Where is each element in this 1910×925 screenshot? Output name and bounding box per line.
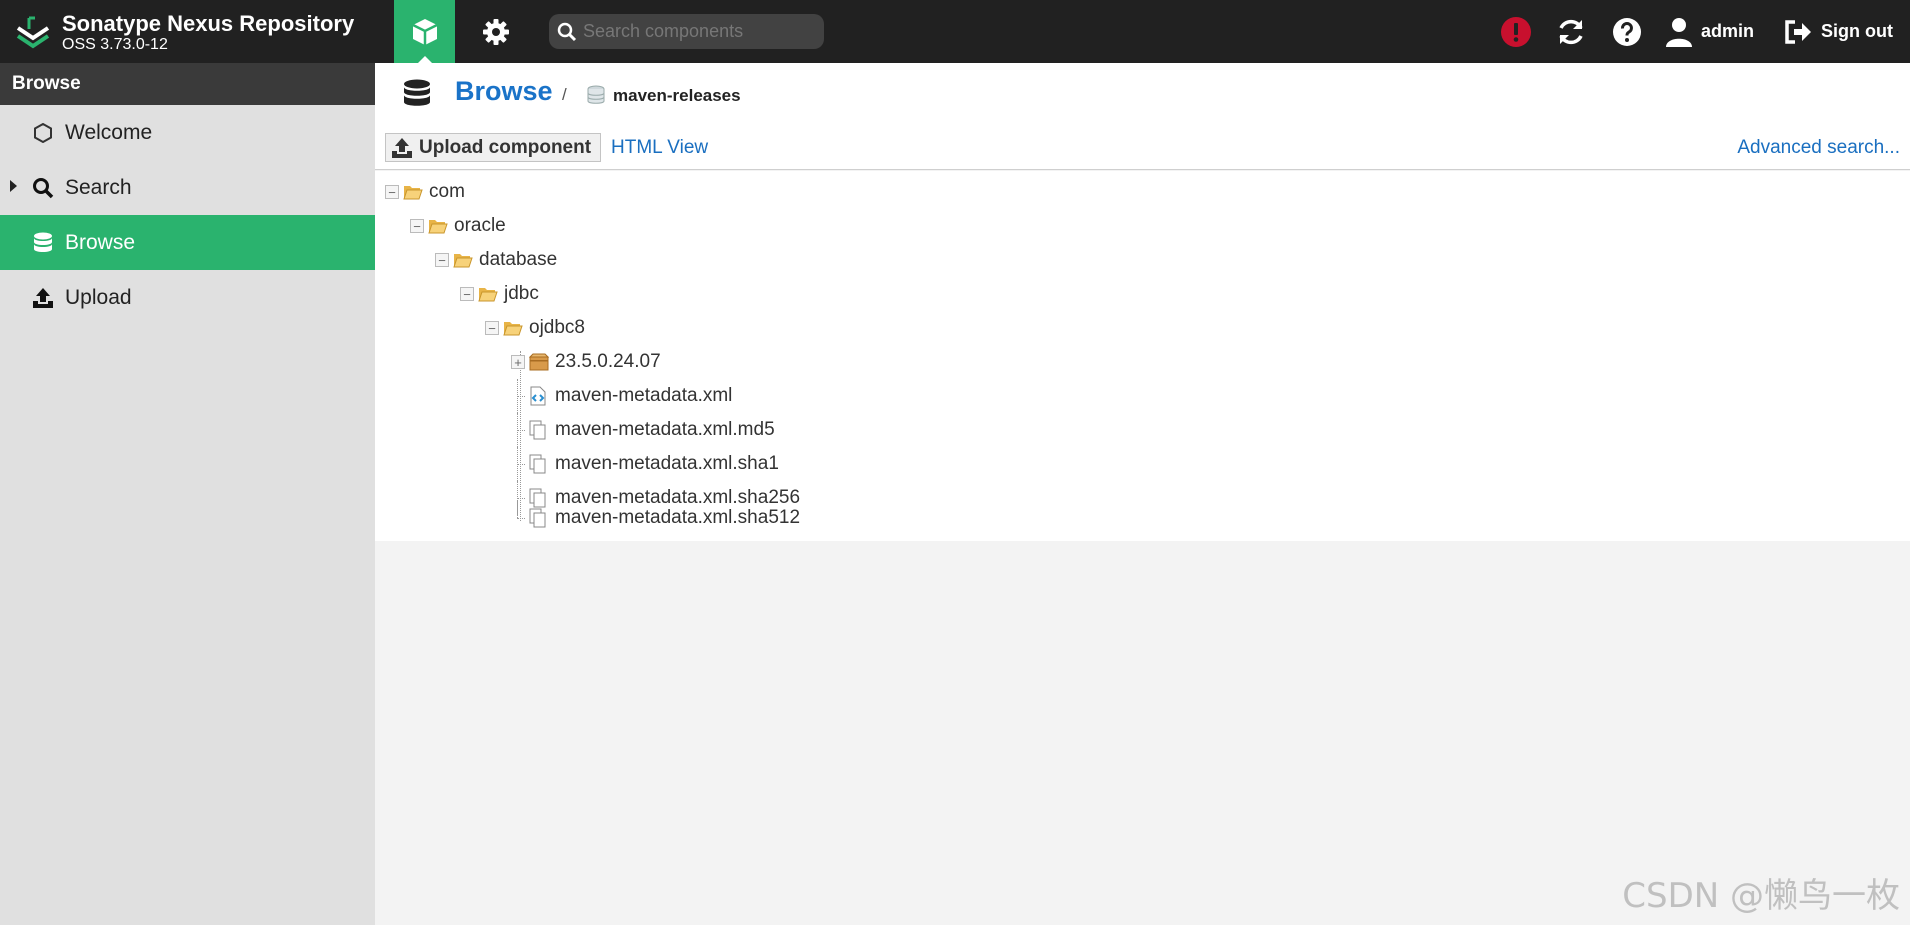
tree-node-component[interactable]: + 23.5.0.24.07: [511, 345, 661, 379]
tree-node-file[interactable]: maven-metadata.xml.md5: [511, 413, 775, 447]
main-panel: Browse / maven-releases Upload component…: [375, 63, 1910, 925]
administration-button[interactable]: [470, 0, 522, 63]
breadcrumb: Browse / maven-releases: [375, 63, 1910, 127]
username-label: admin: [1701, 21, 1755, 41]
search-icon: [557, 22, 577, 41]
hexagon-icon: [31, 121, 55, 145]
nexus-logo-icon: [16, 16, 50, 49]
tree-node-label: jdbc: [504, 283, 539, 304]
folder-open-icon: [428, 216, 450, 236]
app-version: OSS 3.73.0-12: [62, 36, 168, 53]
tree-node-label: maven-metadata.xml.sha512: [555, 507, 801, 528]
sign-out-label: Sign out: [1821, 21, 1893, 41]
tree-node-label: maven-metadata.xml: [555, 385, 733, 406]
breadcrumb-repository: maven-releases: [613, 86, 741, 105]
tree-connector: [511, 501, 525, 535]
folder-open-icon: [478, 284, 500, 304]
user-button[interactable]: admin: [1665, 0, 1754, 63]
search-icon: [31, 176, 55, 200]
cube-icon: [411, 18, 438, 45]
folder-open-icon: [503, 318, 525, 338]
breadcrumb-separator: /: [562, 85, 567, 104]
tree-node-folder[interactable]: − ojdbc8: [485, 311, 585, 345]
sidebar-item-label: Search: [65, 175, 132, 199]
collapse-toggle-icon[interactable]: −: [435, 253, 449, 267]
collapse-toggle-icon[interactable]: −: [485, 321, 499, 335]
tree-node-label: database: [479, 249, 558, 270]
tree-node-folder[interactable]: − oracle: [410, 209, 506, 243]
tree-node-file[interactable]: maven-metadata.xml.sha512: [511, 501, 800, 535]
browse-toolbar: Upload component HTML View Advanced sear…: [375, 127, 1910, 170]
app-title: Sonatype Nexus Repository: [62, 11, 355, 36]
active-caret: [418, 56, 432, 63]
tree-node-label: ojdbc8: [529, 317, 585, 338]
advanced-search-link[interactable]: Advanced search...: [1737, 137, 1900, 159]
search-components-input[interactable]: [583, 21, 813, 42]
help-icon: [1613, 17, 1641, 46]
refresh-icon: [1559, 19, 1583, 44]
upload-icon: [31, 286, 55, 310]
tree-node-label: oracle: [454, 215, 506, 236]
upload-icon: [391, 137, 413, 159]
package-icon: [529, 352, 551, 372]
sidebar-header: Browse: [0, 63, 375, 105]
tree-node-folder[interactable]: − jdbc: [460, 277, 539, 311]
folder-open-icon: [403, 182, 425, 202]
collapse-toggle-icon[interactable]: −: [410, 219, 424, 233]
breadcrumb-browse-link[interactable]: Browse: [455, 76, 553, 107]
tree-node-label: 23.5.0.24.07: [555, 351, 661, 372]
tree-node-label: com: [429, 181, 465, 202]
sidebar-item-label: Upload: [65, 285, 132, 309]
upload-component-button[interactable]: Upload component: [385, 133, 602, 162]
folder-open-icon: [453, 250, 475, 270]
sidebar-item-label: Welcome: [65, 120, 153, 144]
brand[interactable]: Sonatype Nexus Repository OSS 3.73.0-12: [14, 10, 354, 56]
collapse-toggle-icon[interactable]: −: [385, 185, 399, 199]
tree-node-file[interactable]: maven-metadata.xml: [511, 379, 732, 413]
refresh-button[interactable]: [1555, 0, 1587, 63]
tree-node-file[interactable]: maven-metadata.xml.sha1: [511, 447, 779, 481]
upload-component-label: Upload component: [419, 136, 592, 158]
tree-node-label: maven-metadata.xml.sha1: [555, 453, 779, 474]
sidebar: Browse Welcome Search Browse Upload: [0, 63, 375, 925]
collapse-toggle-icon[interactable]: −: [460, 287, 474, 301]
xml-file-icon: [529, 386, 551, 406]
expand-toggle-icon[interactable]: +: [511, 355, 525, 369]
gear-icon: [483, 18, 509, 45]
sidebar-item-label: Browse: [65, 230, 136, 254]
file-icon: [529, 454, 551, 474]
tree-node-folder[interactable]: − database: [435, 243, 557, 277]
repository-icon: [587, 85, 605, 110]
expand-arrow-icon[interactable]: [10, 180, 17, 192]
sign-out-icon: [1785, 19, 1811, 44]
html-view-link[interactable]: HTML View: [611, 137, 708, 159]
top-header: Sonatype Nexus Repository OSS 3.73.0-12: [0, 0, 1910, 63]
tree-connector: [511, 413, 525, 447]
sidebar-item-browse[interactable]: Browse: [0, 215, 375, 270]
tree-connector: [511, 447, 525, 481]
tree-node-folder[interactable]: − com: [385, 175, 465, 209]
browse-mode-button[interactable]: [394, 0, 455, 63]
sidebar-item-welcome[interactable]: Welcome: [0, 105, 375, 160]
database-icon: [31, 231, 55, 255]
sign-out-button[interactable]: Sign out: [1783, 0, 1893, 63]
database-icon: [403, 79, 431, 114]
alert-icon: [1501, 16, 1531, 47]
search-components-box[interactable]: [549, 14, 824, 49]
file-icon: [529, 508, 551, 528]
sidebar-item-upload[interactable]: Upload: [0, 270, 375, 325]
watermark: CSDN @懒鸟一枚: [1622, 876, 1900, 916]
file-icon: [529, 420, 551, 440]
help-button[interactable]: [1612, 0, 1642, 63]
tree-connector: [511, 379, 525, 413]
component-tree: − com − oracle − database − jdbc − ojdbc…: [375, 171, 1910, 541]
tree-node-label: maven-metadata.xml.md5: [555, 419, 775, 440]
user-icon: [1666, 17, 1692, 47]
system-status-button[interactable]: [1500, 0, 1532, 63]
sidebar-item-search[interactable]: Search: [0, 160, 375, 215]
